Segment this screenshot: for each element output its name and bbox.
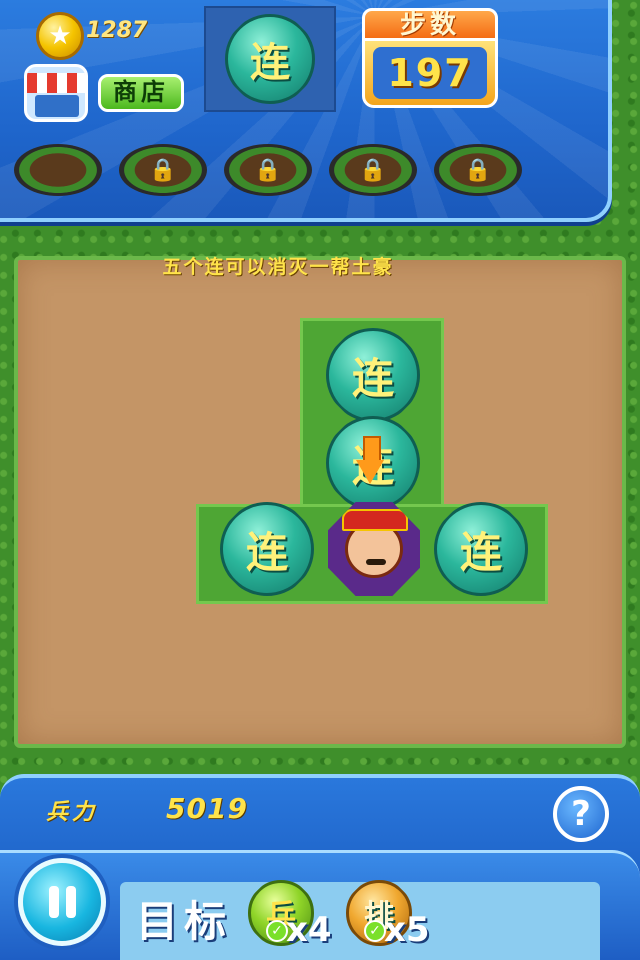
- tyrant-hat: [342, 509, 408, 531]
- pause-button[interactable]: [18, 858, 106, 946]
- check-icon: ✓: [266, 920, 288, 942]
- lock-icon: 🔒: [149, 157, 177, 183]
- target-gem-box: 连: [204, 6, 336, 112]
- help-button[interactable]: ?: [553, 786, 609, 842]
- hint-text: 五个连可以消灭一帮土豪: [162, 256, 394, 278]
- steps-counter: 步数 197: [362, 8, 498, 108]
- goal-count: x4: [286, 910, 332, 950]
- tyrant-mouth: [366, 559, 386, 565]
- goal-item-platoon: 排 ✓ x5: [346, 880, 476, 952]
- target-gem: 连: [225, 14, 315, 104]
- goal-label: 目标: [136, 897, 233, 946]
- empty-slot[interactable]: [14, 144, 102, 196]
- steps-count: 197: [373, 47, 487, 99]
- power-value: 5019: [166, 792, 248, 825]
- lock-icon: 🔒: [359, 157, 387, 183]
- locked-slot[interactable]: 🔒: [224, 144, 312, 196]
- coin-count: 1287: [86, 18, 148, 43]
- unlock-slots: 🔒 🔒 🔒 🔒: [14, 144, 522, 196]
- pause-icon-bar: [48, 886, 59, 918]
- arrow-down-icon: [356, 436, 384, 486]
- shop-awning: [27, 73, 85, 93]
- power-label: 兵力: [46, 800, 99, 825]
- pause-icon-bar: [65, 886, 76, 918]
- lock-icon: 🔒: [464, 157, 492, 183]
- shop-base: [35, 95, 79, 117]
- locked-slot[interactable]: 🔒: [434, 144, 522, 196]
- coin-icon: ★: [36, 12, 84, 60]
- locked-slot[interactable]: 🔒: [119, 144, 207, 196]
- tyrant-face: [342, 509, 408, 578]
- steps-count-frame: 197: [362, 38, 498, 108]
- gem-tile[interactable]: 连: [326, 328, 420, 422]
- check-icon: ✓: [364, 920, 386, 942]
- steps-title: 步数: [362, 8, 498, 42]
- locked-slot[interactable]: 🔒: [329, 144, 417, 196]
- shop-button[interactable]: 商店: [98, 74, 184, 112]
- goal-count: x5: [384, 910, 430, 950]
- shop-icon[interactable]: [24, 64, 88, 122]
- lock-icon: 🔒: [254, 157, 282, 183]
